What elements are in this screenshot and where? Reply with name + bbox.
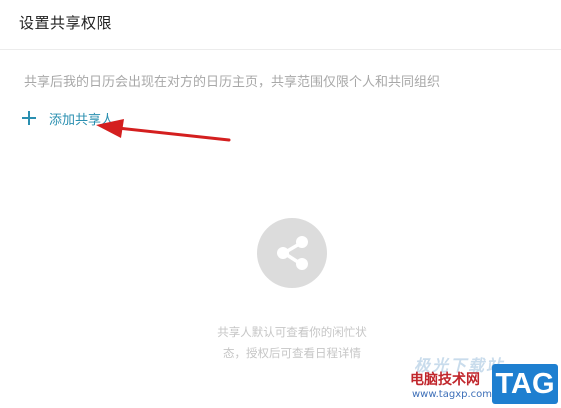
watermark-site-name: 电脑技术网 xyxy=(410,372,480,388)
empty-state-line-1: 共享人默认可查看你的闲忙状 xyxy=(217,325,367,339)
empty-state-text: 共享人默认可查看你的闲忙状 态，授权后可查看日程详情 xyxy=(200,322,384,364)
watermark-url: www.tagxp.com xyxy=(412,389,492,400)
empty-state-line-2: 态，授权后可查看日程详情 xyxy=(223,346,361,360)
share-icon xyxy=(277,236,308,270)
empty-state-circle xyxy=(257,218,327,288)
watermark-tag-badge: TAG xyxy=(492,364,558,404)
